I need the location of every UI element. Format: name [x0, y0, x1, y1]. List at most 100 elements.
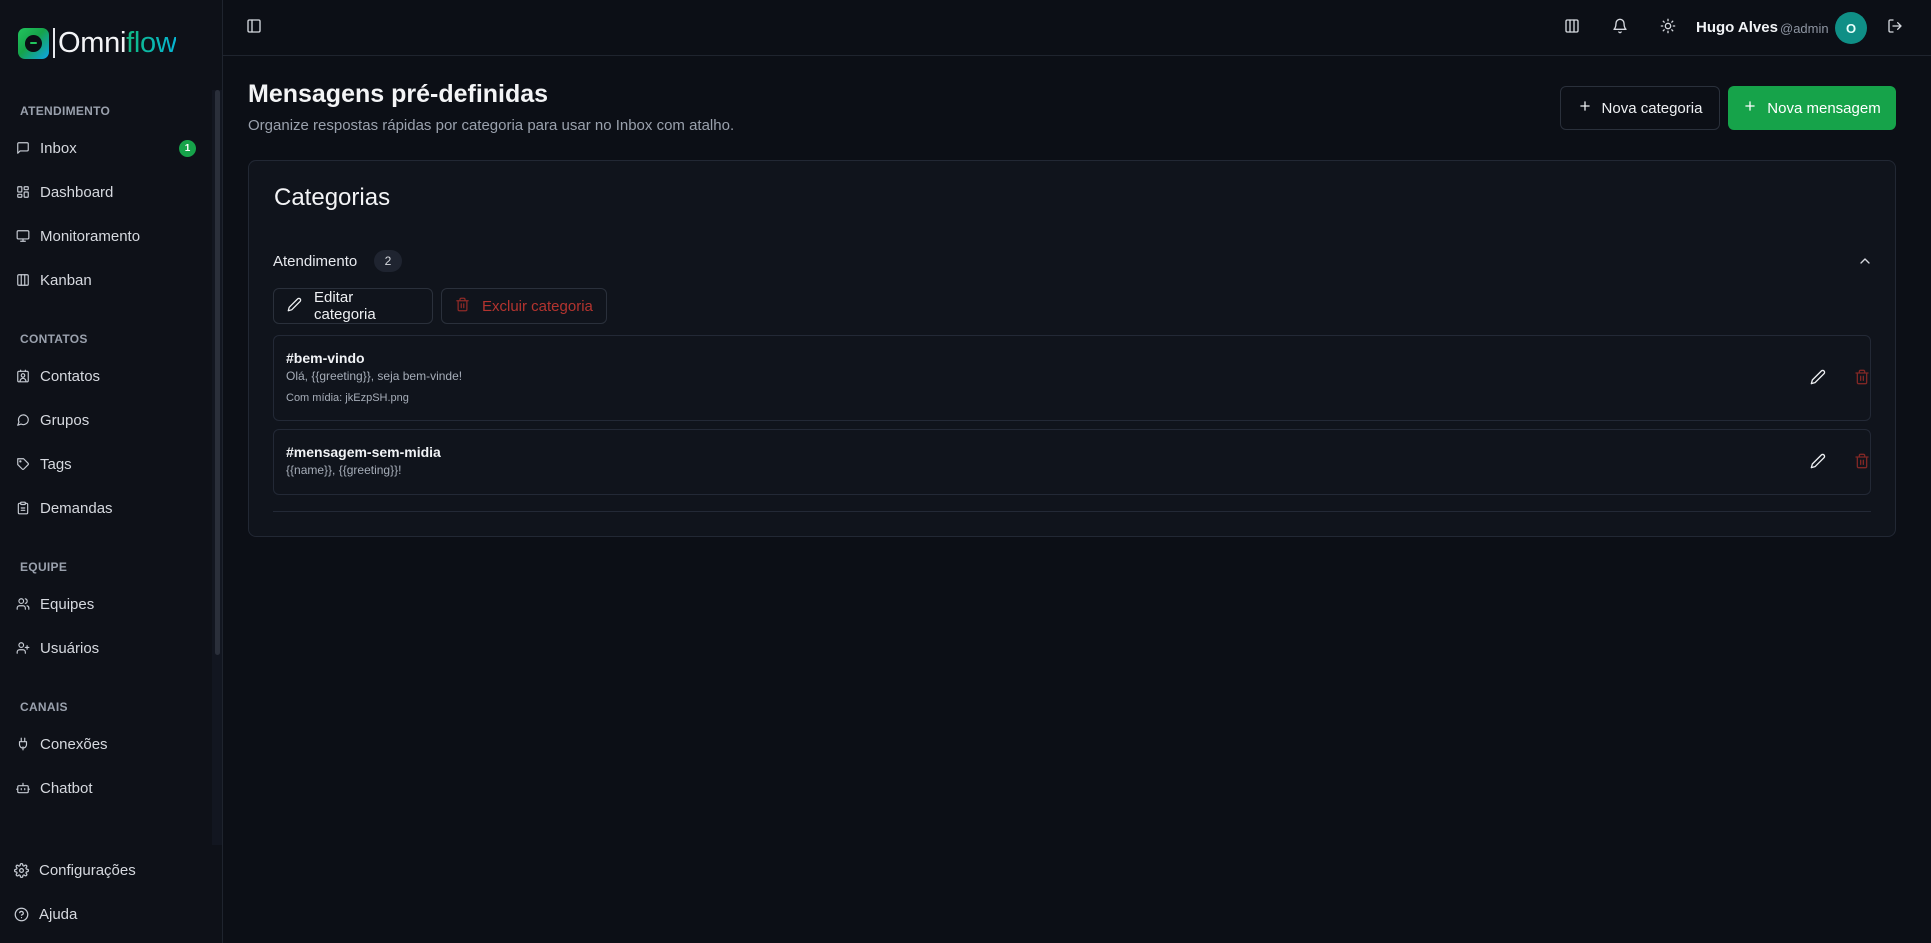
sidebar-item-label: Tags [40, 455, 72, 473]
message-item[interactable]: #mensagem-sem-midia {{name}}, {{greeting… [273, 429, 1871, 495]
new-category-label: Nova categoria [1601, 99, 1703, 117]
message-text: {{name}}, {{greeting}}! [286, 463, 402, 477]
sidebar-item-monitoramento[interactable]: Monitoramento [10, 218, 200, 254]
sidebar-item-dashboard[interactable]: Dashboard [10, 174, 200, 210]
sidebar-item-label: Equipes [40, 595, 95, 613]
sidebar-scrollbar[interactable] [215, 90, 220, 655]
page-title: Mensagens pré-definidas [248, 80, 549, 108]
panel-left-icon [246, 18, 262, 38]
theme-toggle-button[interactable] [1654, 14, 1682, 42]
contact-icon [16, 369, 30, 383]
message-square-icon [16, 141, 30, 155]
message-item[interactable]: #bem-vindo Olá, {{greeting}}, seja bem-v… [273, 335, 1871, 421]
plus-icon [1743, 99, 1767, 117]
sidebar-item-chatbot[interactable]: Chatbot [10, 770, 200, 806]
sidebar-item-demandas[interactable]: Demandas [10, 490, 200, 526]
new-message-button[interactable]: Nova mensagem [1728, 86, 1896, 130]
section-title-atendimento: ATENDIMENTO [20, 104, 111, 118]
sidebar-item-kanban[interactable]: Kanban [10, 262, 200, 298]
sidebar-item-label: Monitoramento [40, 227, 141, 245]
topbar: Hugo Alves @admin O [223, 0, 1931, 56]
kanban-icon [16, 273, 30, 287]
sidebar-item-configuracoes[interactable]: Configurações [14, 854, 136, 886]
sidebar-item-label: Demandas [40, 499, 113, 517]
sidebar: Omniflow ATENDIMENTO Inbox 1 Dashboard M… [0, 0, 223, 943]
new-category-button[interactable]: Nova categoria [1560, 86, 1720, 130]
sidebar-item-contatos[interactable]: Contatos [10, 358, 200, 394]
columns-icon [1564, 18, 1580, 38]
logo[interactable]: Omniflow [18, 26, 177, 60]
section-title-contatos: CONTATOS [20, 332, 88, 346]
edit-message-button[interactable] [1810, 453, 1828, 471]
section-title-canais: CANAIS [20, 700, 68, 714]
pencil-icon [1810, 453, 1826, 469]
sidebar-item-inbox[interactable]: Inbox 1 [10, 130, 200, 166]
bell-icon [1612, 18, 1628, 38]
sidebar-item-usuarios[interactable]: Usuários [10, 630, 200, 666]
logo-separator [53, 28, 55, 58]
page-subtitle: Organize respostas rápidas por categoria… [248, 117, 735, 134]
message-circle-icon [16, 413, 30, 427]
user-handle: @admin [1780, 21, 1829, 36]
sidebar-item-label: Dashboard [40, 183, 114, 201]
new-message-label: Nova mensagem [1767, 99, 1881, 117]
sidebar-toggle-button[interactable] [240, 14, 268, 42]
category-name[interactable]: Atendimento [273, 253, 357, 270]
avatar[interactable]: O [1835, 12, 1867, 44]
trash-icon [1855, 453, 1869, 469]
logout-button[interactable] [1881, 14, 1909, 42]
message-shortcut: #bem-vindo [286, 350, 365, 366]
delete-category-button[interactable]: Excluir categoria [441, 288, 607, 324]
sidebar-item-label: Contatos [40, 367, 101, 385]
sidebar-item-label: Kanban [40, 271, 92, 289]
sidebar-item-conexoes[interactable]: Conexões [10, 726, 200, 762]
card-title: Categorias [274, 184, 391, 211]
logo-icon [18, 27, 49, 59]
edit-category-button[interactable]: Editar categoria [273, 288, 433, 324]
delete-message-button[interactable] [1854, 453, 1872, 471]
edit-category-label: Editar categoria [314, 289, 376, 323]
sidebar-item-label: Chatbot [40, 779, 93, 797]
delete-message-button[interactable] [1854, 369, 1872, 387]
tag-icon [16, 457, 30, 471]
plus-icon [1578, 99, 1602, 117]
users-icon [16, 597, 30, 611]
delete-category-label: Excluir categoria [482, 297, 593, 315]
help-circle-icon [14, 907, 29, 922]
inbox-count-badge: 1 [179, 140, 196, 157]
pencil-icon [1810, 369, 1826, 385]
gear-icon [14, 862, 29, 878]
sidebar-item-equipes[interactable]: Equipes [10, 586, 200, 622]
sidebar-item-label: Usuários [40, 639, 100, 657]
sun-icon [1660, 18, 1676, 38]
sidebar-item-tags[interactable]: Tags [10, 446, 200, 482]
user-icon [16, 641, 30, 655]
bot-icon [16, 781, 30, 795]
sidebar-item-label: Ajuda [39, 905, 78, 923]
layout-toggle-button[interactable] [1558, 14, 1586, 42]
edit-message-button[interactable] [1810, 369, 1828, 387]
chevron-up-icon[interactable] [1857, 253, 1873, 269]
divider [273, 511, 1871, 512]
user-name: Hugo Alves [1696, 19, 1778, 36]
section-title-equipe: EQUIPE [20, 560, 68, 574]
logo-text: Omniflow [58, 26, 177, 60]
sidebar-item-label: Grupos [40, 411, 90, 429]
log-out-icon [1887, 18, 1903, 38]
pencil-icon [287, 297, 314, 316]
monitor-icon [16, 229, 30, 243]
sidebar-item-label: Inbox [40, 139, 77, 157]
sidebar-item-grupos[interactable]: Grupos [10, 402, 200, 438]
trash-icon [1855, 369, 1869, 385]
logo-text-suffix: flow [126, 26, 177, 59]
sidebar-item-label: Conexões [40, 735, 108, 753]
plug-icon [16, 737, 30, 751]
category-count-badge: 2 [374, 250, 402, 272]
sidebar-item-ajuda[interactable]: Ajuda [14, 898, 77, 930]
message-text: Olá, {{greeting}}, seja bem-vinde! [286, 369, 463, 383]
message-media: Com mídia: jkEzpSH.png [286, 392, 409, 404]
clipboard-icon [16, 501, 30, 515]
logo-text-prefix: Omni [58, 26, 127, 59]
message-shortcut: #mensagem-sem-midia [286, 444, 441, 460]
notifications-button[interactable] [1606, 14, 1634, 42]
